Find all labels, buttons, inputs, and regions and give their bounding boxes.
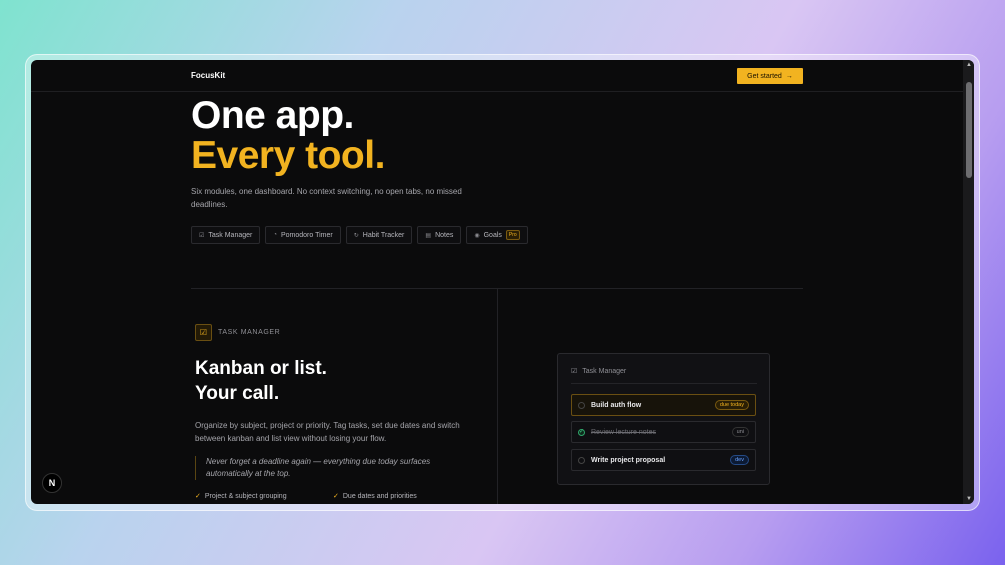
timer-icon: ◔ [273, 232, 277, 238]
pro-badge: Pro [505, 230, 520, 240]
task-tag: uni [731, 427, 749, 437]
feature-item: ✓ Due dates and priorities [333, 492, 417, 501]
feature-label: Due dates and priorities [342, 492, 417, 500]
section-title-line1: Kanban or list. [195, 358, 327, 379]
panel-divider [571, 383, 757, 384]
get-started-button[interactable]: Get started → [737, 68, 803, 84]
section-label: TASK MANAGER [218, 329, 281, 336]
note-icon: ▤ [425, 232, 432, 239]
task-row[interactable]: Write project proposal dev [571, 449, 756, 471]
repeat-icon: ↻ [353, 232, 359, 239]
vertical-scrollbar[interactable]: ▲ ▼ [963, 60, 974, 504]
chip-label: Pomodoro Timer [280, 231, 333, 239]
task-tag: due today [714, 400, 749, 410]
checkbox-icon: ☑ [571, 368, 578, 375]
task-checkbox[interactable] [578, 456, 585, 464]
chip-label: Notes [435, 231, 454, 239]
scrollbar-thumb[interactable] [966, 82, 972, 178]
hero-subtitle: Six modules, one dashboard. No context s… [191, 187, 462, 209]
task-manager-preview: ☑ Task Manager Build auth flow due today… [557, 353, 770, 485]
feature-item: ✓ Project & subject grouping [195, 492, 287, 501]
scroll-up-icon[interactable]: ▲ [966, 62, 972, 68]
task-checkbox-checked[interactable] [578, 428, 585, 436]
section-description: Organize by subject, project or priority… [195, 421, 460, 443]
chip-habit-tracker[interactable]: ↻ Habit Tracker [345, 226, 413, 244]
panel-header: ☑ Task Manager [571, 367, 627, 376]
task-row[interactable]: Review lecture notes uni [571, 421, 756, 443]
task-checkbox[interactable] [578, 401, 585, 409]
top-nav: FocusKit Get started → [31, 60, 963, 92]
logo[interactable]: FocusKit [191, 71, 225, 80]
hero-title-line1: One app. [191, 94, 354, 137]
check-icon: ✓ [333, 493, 339, 500]
section-title-line2: Your call. [195, 383, 280, 404]
task-label: Build auth flow [591, 401, 642, 409]
app-window: FocusKit Get started → One app. Every to… [31, 60, 974, 504]
arrow-right-icon: → [785, 72, 793, 80]
feature-label: Project & subject grouping [204, 492, 287, 500]
column-divider [497, 288, 498, 504]
task-row[interactable]: Build auth flow due today [571, 394, 756, 416]
get-started-label: Get started [747, 72, 782, 80]
panel-title: Task Manager [582, 367, 627, 375]
chip-label: Task Manager [208, 231, 253, 239]
chip-label: Habit Tracker [362, 231, 405, 239]
chip-notes[interactable]: ▤ Notes [417, 226, 462, 244]
chip-label: Goals [483, 231, 502, 239]
chip-goals[interactable]: ◉ Goals Pro [466, 226, 528, 244]
task-manager-icon: ☑ [195, 324, 212, 341]
task-tag: dev [730, 455, 749, 465]
hero-title-line2: Every tool. [191, 134, 385, 177]
chip-pomodoro-timer[interactable]: ◔ Pomodoro Timer [265, 226, 341, 244]
target-icon: ◉ [474, 232, 480, 239]
n-badge-icon[interactable]: N [42, 473, 62, 493]
module-chips: ☑ Task Manager ◔ Pomodoro Timer ↻ Habit … [191, 226, 528, 244]
check-icon: ✓ [195, 493, 201, 500]
checkbox-icon: ☑ [199, 232, 205, 239]
task-label: Write project proposal [591, 456, 666, 464]
chip-task-manager[interactable]: ☑ Task Manager [191, 226, 261, 244]
scroll-down-icon[interactable]: ▼ [966, 496, 972, 502]
task-label: Review lecture notes [591, 428, 656, 436]
section-quote: Never forget a deadline again — everythi… [195, 456, 475, 480]
